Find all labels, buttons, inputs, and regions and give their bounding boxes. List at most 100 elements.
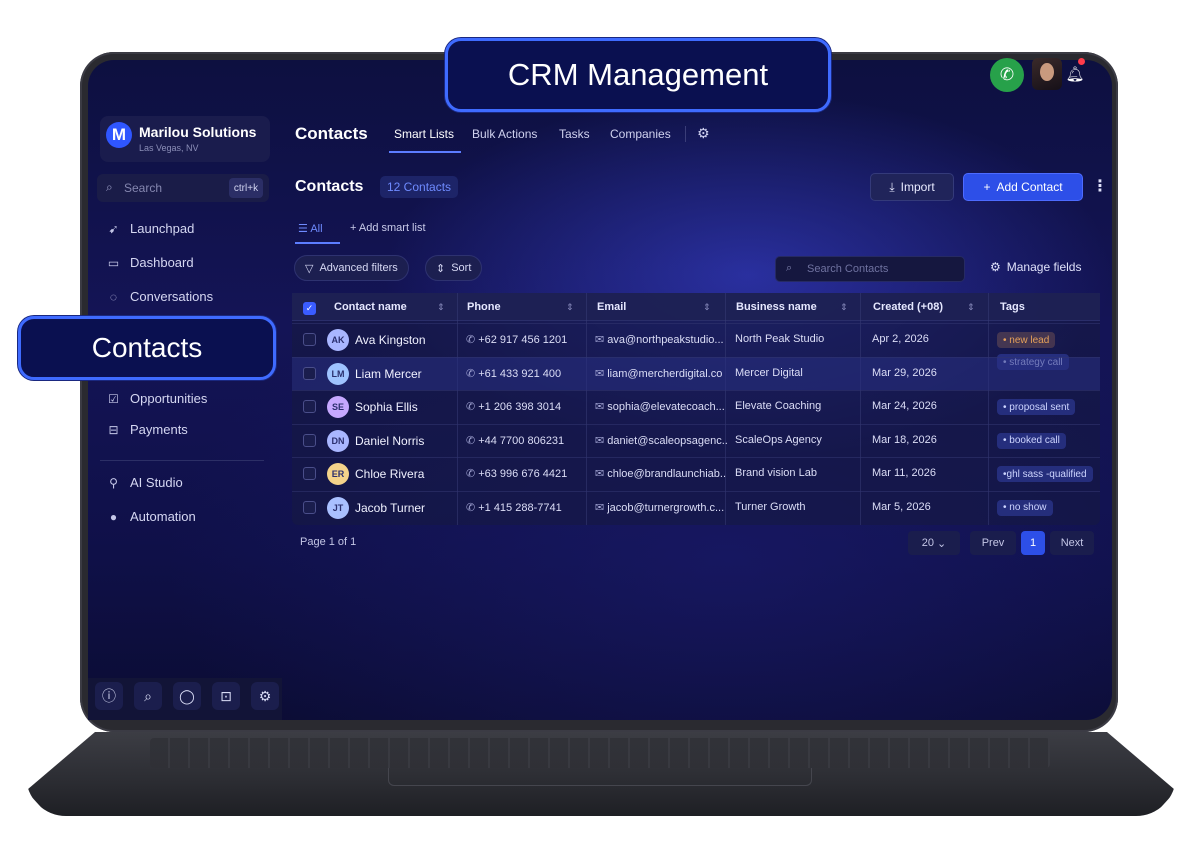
mail-icon: ✉ — [595, 501, 605, 514]
chat-icon: ◌ — [109, 289, 118, 304]
brand-logo: M — [106, 122, 132, 148]
sort-toggle-icon[interactable]: ⇕ — [703, 302, 711, 313]
check-square-icon: ☑ — [108, 391, 119, 406]
tab-companies[interactable]: Companies — [610, 127, 671, 141]
tag-badge: • proposal sent — [997, 399, 1076, 415]
email-cell: ✉ chloe@brandlaunchiab.. — [595, 467, 727, 480]
email-value: jacob@turnergrowth.c... — [607, 501, 725, 514]
contact-name[interactable]: Chloe Rivera — [355, 467, 455, 481]
created-cell: Mar 24, 2026 — [872, 400, 937, 412]
phone-icon: ✆ — [999, 65, 1015, 84]
row-checkbox[interactable] — [303, 400, 316, 413]
user-avatar[interactable] — [1032, 58, 1062, 90]
contact-name[interactable]: Daniel Norris — [355, 434, 455, 448]
sidebar-item-ai-studio[interactable]: ⚲ AI Studio — [106, 475, 183, 490]
contacts-count-badge: 12 Contacts — [380, 176, 459, 198]
contact-name[interactable]: Sophia Ellis — [355, 400, 455, 414]
lock-icon[interactable]: ⊡ — [212, 682, 240, 710]
sidebar-item-conversations[interactable]: ◌ Conversations — [106, 289, 213, 304]
page-size-select[interactable]: 20 ⌄ — [908, 531, 960, 555]
row-checkbox[interactable] — [303, 433, 316, 447]
info-icon[interactable]: ⓘ — [95, 682, 123, 710]
sort-button[interactable]: ⇕ Sort — [425, 255, 483, 281]
advanced-filters-button[interactable]: ▽ Advanced filters — [294, 255, 409, 281]
col-header-business[interactable]: Business name — [736, 301, 817, 313]
sort-toggle-icon[interactable]: ⇕ — [437, 302, 445, 313]
add-smart-list-button[interactable]: + Add smart list — [350, 222, 426, 234]
more-options-icon[interactable]: ⋮ — [1092, 176, 1108, 196]
tab-tasks[interactable]: Tasks — [559, 127, 590, 141]
tab-smart-lists[interactable]: Smart Lists — [394, 127, 454, 141]
sidebar-item-automation[interactable]: ● Automation — [106, 509, 196, 524]
search-icon: ⌕ — [106, 180, 113, 194]
sidebar-item-launchpad[interactable]: ➹ Launchpad — [106, 221, 194, 236]
contacts-callout: Contacts — [18, 316, 276, 380]
download-icon: ⤓ — [889, 179, 895, 194]
search-contacts-placeholder: Search Contacts — [807, 263, 889, 275]
import-button[interactable]: ⤓ Import — [870, 173, 954, 201]
active-tab-indicator — [389, 151, 461, 153]
sort-icon: ⇕ — [436, 262, 446, 275]
created-cell: Mar 5, 2026 — [872, 500, 931, 513]
mail-icon: ✉ — [595, 401, 605, 413]
email-value: ava@northpeakstudio... — [607, 334, 724, 346]
wallet-icon: ⊟ — [108, 422, 119, 437]
settings-gear-icon[interactable]: ⚙ — [697, 125, 710, 142]
phone-call-button[interactable]: ✆ — [990, 58, 1024, 92]
gear-icon[interactable]: ⚙ — [251, 682, 279, 710]
sidebar-item-opportunities[interactable]: ☑ Opportunities — [106, 391, 207, 406]
business-cell: ScaleOps Agency — [735, 433, 822, 446]
add-smart-list-label: Add smart list — [358, 222, 426, 234]
next-page-button[interactable]: Next — [1050, 531, 1094, 555]
select-all-checkbox[interactable]: ✓ — [303, 302, 316, 315]
row-checkbox[interactable] — [303, 467, 316, 480]
mail-icon: ✉ — [595, 334, 605, 346]
tag-badge: • booked call — [997, 432, 1066, 449]
phone-icon: ✆ — [466, 334, 476, 346]
brand-location: Las Vegas, NV — [139, 143, 199, 153]
row-checkbox[interactable] — [303, 366, 316, 380]
avatar: LM — [327, 362, 349, 385]
business-cell: Brand vision Lab — [735, 467, 817, 479]
search-icon: ⌕ — [786, 262, 793, 274]
smart-list-all[interactable]: ☰ All — [298, 222, 323, 235]
col-header-tags: Tags — [1000, 301, 1025, 313]
col-header-created[interactable]: Created (+08) — [873, 301, 943, 313]
email-cell: ✉ ava@northpeakstudio... — [595, 333, 727, 346]
search-icon[interactable]: ⌕ — [134, 682, 162, 710]
prev-page-button[interactable]: Prev — [970, 531, 1016, 555]
business-cell: Elevate Coaching — [735, 400, 822, 412]
add-contact-label: Add Contact — [996, 180, 1063, 194]
sidebar-item-dashboard[interactable]: ▭ Dashboard — [106, 255, 194, 270]
page-number-button[interactable]: 1 — [1021, 531, 1045, 555]
contact-name[interactable]: Liam Mercer — [355, 367, 455, 381]
phone-value: +1 415 288-7741 — [478, 501, 562, 514]
sidebar-item-payments[interactable]: ⊟ Payments — [106, 422, 187, 437]
filter-icon: ▽ — [305, 262, 314, 275]
contact-name[interactable]: Jacob Turner — [355, 501, 455, 515]
manage-fields-button[interactable]: ⚙ Manage fields — [990, 260, 1081, 274]
add-contact-button[interactable]: + Add Contact — [963, 173, 1083, 201]
chat-bubble-icon[interactable]: ◯ — [173, 682, 201, 710]
smart-list-all-label: All — [310, 223, 323, 235]
avatar: DN — [327, 429, 349, 452]
col-header-email[interactable]: Email — [597, 301, 626, 313]
created-cell: Mar 29, 2026 — [872, 366, 937, 379]
col-header-contact-name[interactable]: Contact name — [334, 301, 407, 313]
sidebar-item-label: Launchpad — [130, 221, 195, 236]
phone-cell: ✆ +1 415 288-7741 — [466, 501, 584, 514]
row-checkbox[interactable] — [303, 333, 316, 346]
phone-value: +63 996 676 4421 — [478, 468, 568, 480]
phone-value: +1 206 398 3014 — [478, 401, 562, 413]
contact-name[interactable]: Ava Kingston — [355, 333, 455, 347]
col-header-phone[interactable]: Phone — [467, 301, 501, 313]
sort-toggle-icon[interactable]: ⇕ — [967, 302, 975, 313]
sort-toggle-icon[interactable]: ⇕ — [566, 302, 574, 313]
sort-toggle-icon[interactable]: ⇕ — [840, 302, 848, 313]
page-size-value: 20 — [921, 537, 934, 549]
page-info: Page 1 of 1 — [300, 536, 357, 548]
phone-value: +61 433 921 400 — [478, 367, 562, 380]
phone-cell: ✆ +44 7700 806231 — [466, 434, 584, 447]
row-checkbox[interactable] — [303, 500, 316, 514]
tab-bulk-actions[interactable]: Bulk Actions — [472, 127, 537, 141]
